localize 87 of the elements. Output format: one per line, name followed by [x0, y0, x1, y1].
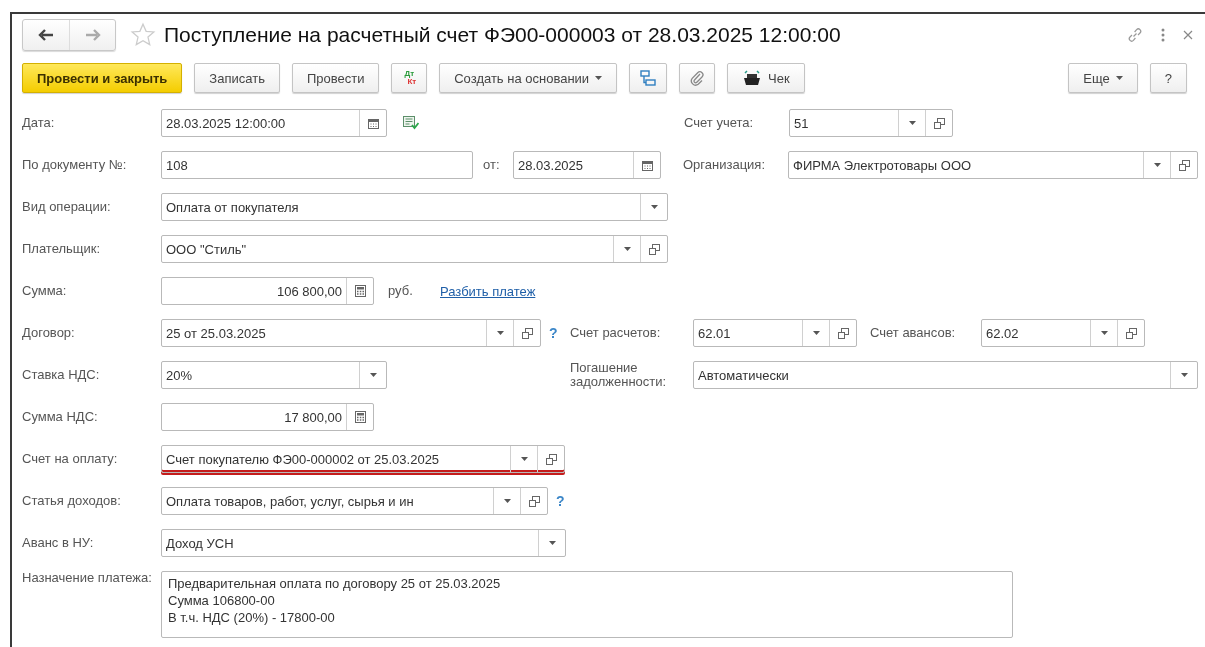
entries-button[interactable]: Дт Кт	[391, 63, 428, 93]
arrow-right-icon	[84, 29, 101, 41]
field-label: Дата:	[22, 116, 56, 130]
caret-icon	[548, 541, 556, 545]
star-icon[interactable]	[130, 22, 156, 48]
input-field[interactable]: 108	[161, 151, 473, 179]
open-icon	[521, 327, 533, 339]
field-label: Аванс в НУ:	[22, 536, 95, 550]
caret-icon	[520, 457, 528, 461]
field-label: Вид операции:	[22, 200, 112, 214]
help-icon[interactable]: ?	[556, 493, 568, 509]
calendar-icon	[367, 117, 379, 129]
open-icon	[837, 327, 849, 339]
caret-icon	[503, 499, 511, 503]
dropdown-field[interactable]: ФИРМА Электротовары ООО	[788, 151, 1198, 179]
cash-register-icon	[742, 70, 763, 86]
caret-icon	[1180, 373, 1188, 377]
open-icon	[528, 495, 540, 507]
open-icon	[648, 243, 660, 255]
open-icon	[1178, 159, 1190, 171]
paperclip-icon	[690, 70, 705, 86]
calendar-icon	[641, 159, 653, 171]
dropdown-field[interactable]: 51	[789, 109, 953, 137]
field-label: Организация:	[683, 158, 767, 172]
hierarchy-icon	[640, 70, 657, 86]
dropdown-field[interactable]: Оплата товаров, работ, услуг, сырья и ин	[161, 487, 548, 515]
field-label: Счет учета:	[684, 116, 755, 130]
field-label: Статья доходов:	[22, 494, 122, 508]
caret-icon	[1153, 163, 1161, 167]
open-icon	[545, 453, 557, 465]
caret-icon	[1115, 76, 1123, 80]
dropdown-field[interactable]: 25 от 25.03.2025	[161, 319, 541, 347]
open-icon	[1125, 327, 1137, 339]
dropdown-field[interactable]: Доход УСН	[161, 529, 566, 557]
field-label: Счет авансов:	[870, 326, 957, 340]
dropdown-field[interactable]: 62.01	[693, 319, 857, 347]
caret-icon	[650, 205, 658, 209]
field-label: Договор:	[22, 326, 76, 340]
more-icon[interactable]	[1161, 28, 1165, 42]
field-label: Погашение задолженности:	[570, 361, 668, 389]
toolbar-button[interactable]: ?	[1149, 63, 1187, 93]
dropdown-field[interactable]: Счет покупателю ФЭ00-000002 от 25.03.2025	[161, 445, 565, 473]
help-icon[interactable]: ?	[549, 325, 561, 341]
dropdown-field[interactable]: Оплата от покупателя	[161, 193, 668, 221]
arrow-left-icon	[38, 29, 54, 41]
caret-icon	[369, 373, 377, 377]
caret-icon	[623, 247, 631, 251]
field-label: руб.	[388, 284, 414, 298]
receipt-button[interactable]: Чек	[727, 63, 805, 93]
field-label: Назначение платежа:	[22, 571, 153, 585]
input-field[interactable]: 106 800,00	[161, 277, 374, 305]
field-label: Сумма:	[22, 284, 68, 298]
toolbar-button[interactable]: Записать	[194, 63, 280, 93]
dropdown-field[interactable]: 20%	[161, 361, 387, 389]
field-label: Плательщик:	[22, 242, 102, 256]
caret-icon	[812, 331, 820, 335]
structure-button[interactable]	[629, 63, 668, 93]
calculator-icon	[354, 411, 366, 423]
input-field[interactable]: 17 800,00	[161, 403, 374, 431]
open-icon	[933, 117, 945, 129]
input-field[interactable]: 28.03.2025 12:00:00	[161, 109, 387, 137]
dropdown-field[interactable]: Автоматически	[693, 361, 1198, 389]
close-icon[interactable]	[1183, 30, 1193, 40]
payment-purpose-field[interactable]: Предварительная оплата по договору 25 от 25.03.2025 Сумма 106800-00 В т.ч. НДС (20%) - 17800-00	[161, 571, 1013, 638]
toolbar-button[interactable]: Провести	[291, 63, 380, 93]
field-label: Ставка НДС:	[22, 368, 101, 382]
field-label: По документу №:	[22, 158, 128, 172]
field-label: Сумма НДС:	[22, 410, 99, 424]
dropdown-button[interactable]: Создать на основании	[439, 63, 618, 93]
link-icon[interactable]	[1127, 27, 1143, 43]
caret-icon	[496, 331, 504, 335]
input-field[interactable]: 28.03.2025	[513, 151, 661, 179]
post-and-close-button[interactable]: Провести и закрыть	[22, 63, 183, 93]
attach-button[interactable]	[679, 63, 716, 93]
document-check-icon[interactable]	[403, 116, 419, 130]
field-label: Счет расчетов:	[570, 326, 662, 340]
field-label: от:	[483, 158, 501, 172]
split-payment-link[interactable]: Разбить платеж	[440, 283, 536, 299]
caret-icon	[908, 121, 916, 125]
caret-icon	[1100, 331, 1108, 335]
calculator-icon	[354, 285, 366, 297]
window-title: Поступление на расчетный счет ФЭ00-000003 от 28.03.2025 12:00:00	[164, 23, 841, 47]
caret-icon	[595, 76, 603, 80]
dropdown-field[interactable]: ООО "Стиль"	[161, 235, 668, 263]
dropdown-button[interactable]: Еще	[1068, 63, 1138, 93]
dropdown-field[interactable]: 62.02	[981, 319, 1145, 347]
field-label: Счет на оплату:	[22, 452, 119, 466]
